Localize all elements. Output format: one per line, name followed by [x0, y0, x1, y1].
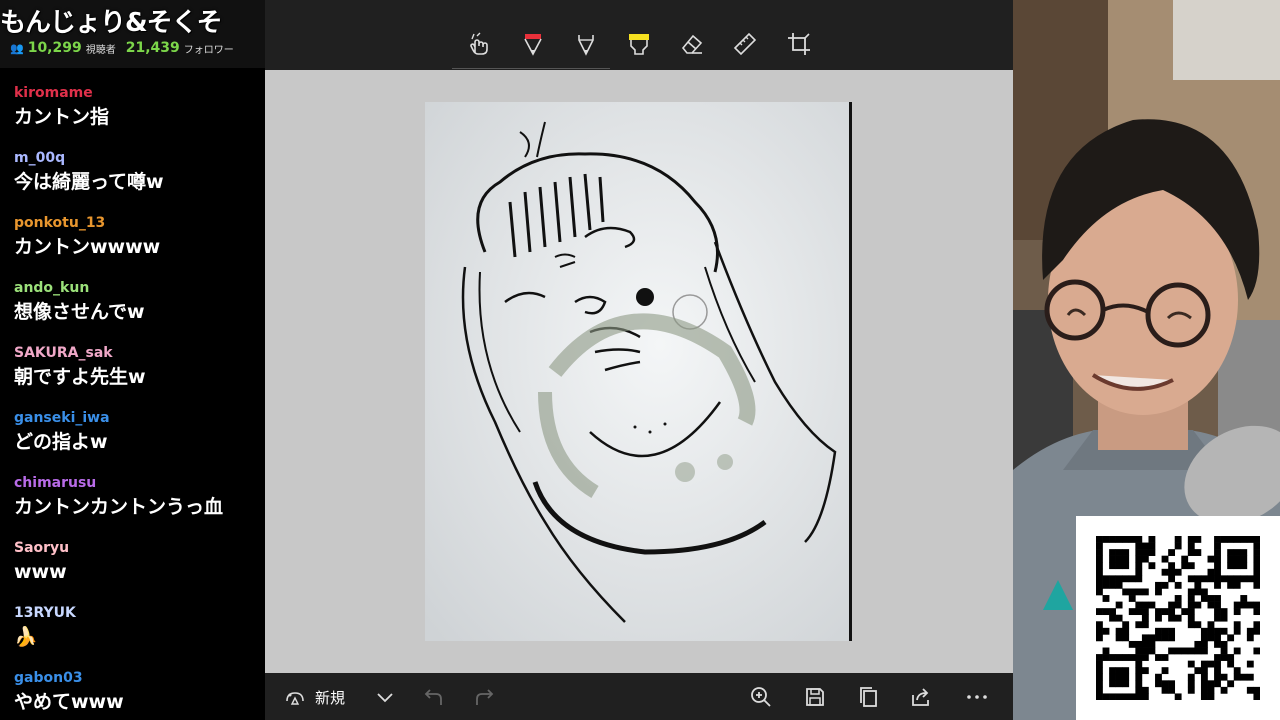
chat-username: ganseki_iwa — [14, 410, 110, 426]
copy-button[interactable] — [856, 683, 880, 711]
more-options-button[interactable] — [965, 683, 989, 711]
chat-message: chimarusu カントンカントンうっ血 — [0, 472, 265, 537]
chat-message: gabon03 やめてwww — [0, 667, 265, 720]
touch-writing-button[interactable] — [461, 28, 497, 60]
save-button[interactable] — [803, 683, 827, 711]
stream-header: もんじょり&そくそ 👥 10,299 視聴者 21,439 フォロワー — [0, 0, 265, 68]
viewer-count: 10,299 — [27, 40, 82, 56]
chat-message: ponkotu_13 カントンwwww — [0, 212, 265, 277]
ruler-icon — [733, 32, 757, 56]
chat-message: SAKURA_sak 朝ですよ先生w — [0, 342, 265, 407]
chat-username: chimarusu — [14, 475, 97, 491]
chat-username: 13RYUK — [14, 605, 76, 621]
chat-message: Saoryu www — [0, 537, 265, 602]
chat-username: SAKURA_sak — [14, 345, 113, 361]
ruler-button[interactable] — [727, 28, 763, 60]
ballpoint-pen-icon — [524, 34, 542, 56]
chat-text: どの指よw — [14, 431, 108, 453]
chat-username: gabon03 — [14, 670, 83, 686]
chat-username: Saoryu — [14, 540, 70, 556]
chat-text: 今は綺麗って噂w — [14, 171, 164, 193]
save-icon — [806, 688, 824, 706]
qr-code-image — [1096, 536, 1260, 700]
follower-label: フォロワー — [183, 44, 234, 56]
crop-icon — [788, 33, 810, 55]
redo-button[interactable] — [473, 683, 497, 711]
viewer-label: 視聴者 — [85, 44, 116, 56]
eraser-button[interactable] — [674, 28, 710, 60]
crop-button[interactable] — [781, 28, 817, 60]
new-label: 新規 — [315, 688, 346, 707]
toolbar-divider — [452, 68, 610, 69]
chat-message: ando_kun 想像させんでw — [0, 277, 265, 342]
pencil-icon — [578, 35, 594, 56]
viewers-icon: 👥 — [10, 41, 24, 55]
new-dropdown-button[interactable] — [373, 683, 397, 711]
touch-writing-icon — [470, 32, 488, 55]
chat-text: 🍌 — [14, 626, 38, 648]
chat-text: カントンカントンうっ血 — [14, 496, 224, 518]
drawing-toolbar — [265, 22, 1013, 69]
stream-title: もんじょり&そくそ — [0, 8, 223, 38]
chat-username: ando_kun — [14, 280, 90, 296]
share-icon — [912, 688, 929, 706]
undo-icon — [424, 689, 442, 705]
more-options-icon — [967, 695, 987, 699]
undo-button[interactable] — [421, 683, 445, 711]
drawing-canvas[interactable] — [425, 102, 852, 641]
share-button[interactable] — [909, 683, 933, 711]
chat-text: やめてwww — [14, 691, 124, 713]
bottom-command-bar: 新規 — [265, 673, 1013, 720]
chat-message: kiromame カントン指 — [0, 82, 265, 147]
ballpoint-pen-button[interactable] — [515, 28, 551, 60]
chat-text: 朝ですよ先生w — [14, 366, 146, 388]
chat-message: ganseki_iwa どの指よw — [0, 407, 265, 472]
zoom-button[interactable] — [749, 683, 773, 711]
new-sketch-button[interactable]: 新規 — [283, 683, 345, 711]
chat-message: m_00q 今は綺麗って噂w — [0, 147, 265, 212]
chat-username: kiromame — [14, 85, 93, 101]
follower-count: 21,439 — [125, 40, 180, 56]
sketch-app-window: 新規 — [265, 0, 1013, 720]
eraser-icon — [681, 34, 703, 54]
chevron-down-icon — [377, 693, 393, 703]
chat-panel: もんじょり&そくそ 👥 10,299 視聴者 21,439 フォロワー kiro… — [0, 0, 265, 720]
highlighter-button[interactable] — [621, 28, 657, 60]
highlighter-icon — [629, 34, 649, 55]
zoom-in-icon — [751, 687, 771, 707]
redo-icon — [476, 689, 494, 705]
chat-username: ponkotu_13 — [14, 215, 106, 231]
chat-username: m_00q — [14, 150, 66, 166]
chat-list: kiromame カントン指 m_00q 今は綺麗って噂w ponkotu_13… — [0, 82, 265, 720]
stream-stats: 👥 10,299 視聴者 21,439 フォロワー — [10, 40, 234, 56]
chat-text: カントンwwww — [14, 236, 161, 258]
chat-message: 13RYUK 🍌 — [0, 602, 265, 667]
caricature-drawing — [425, 102, 849, 641]
chat-text: 想像させんでw — [14, 301, 145, 323]
copy-icon — [860, 687, 877, 707]
qr-code[interactable] — [1076, 516, 1280, 720]
canvas-area[interactable] — [265, 70, 1013, 673]
chat-text: www — [14, 561, 67, 583]
new-sketch-icon — [286, 692, 304, 705]
chat-text: カントン指 — [14, 106, 110, 128]
pencil-button[interactable] — [568, 28, 604, 60]
